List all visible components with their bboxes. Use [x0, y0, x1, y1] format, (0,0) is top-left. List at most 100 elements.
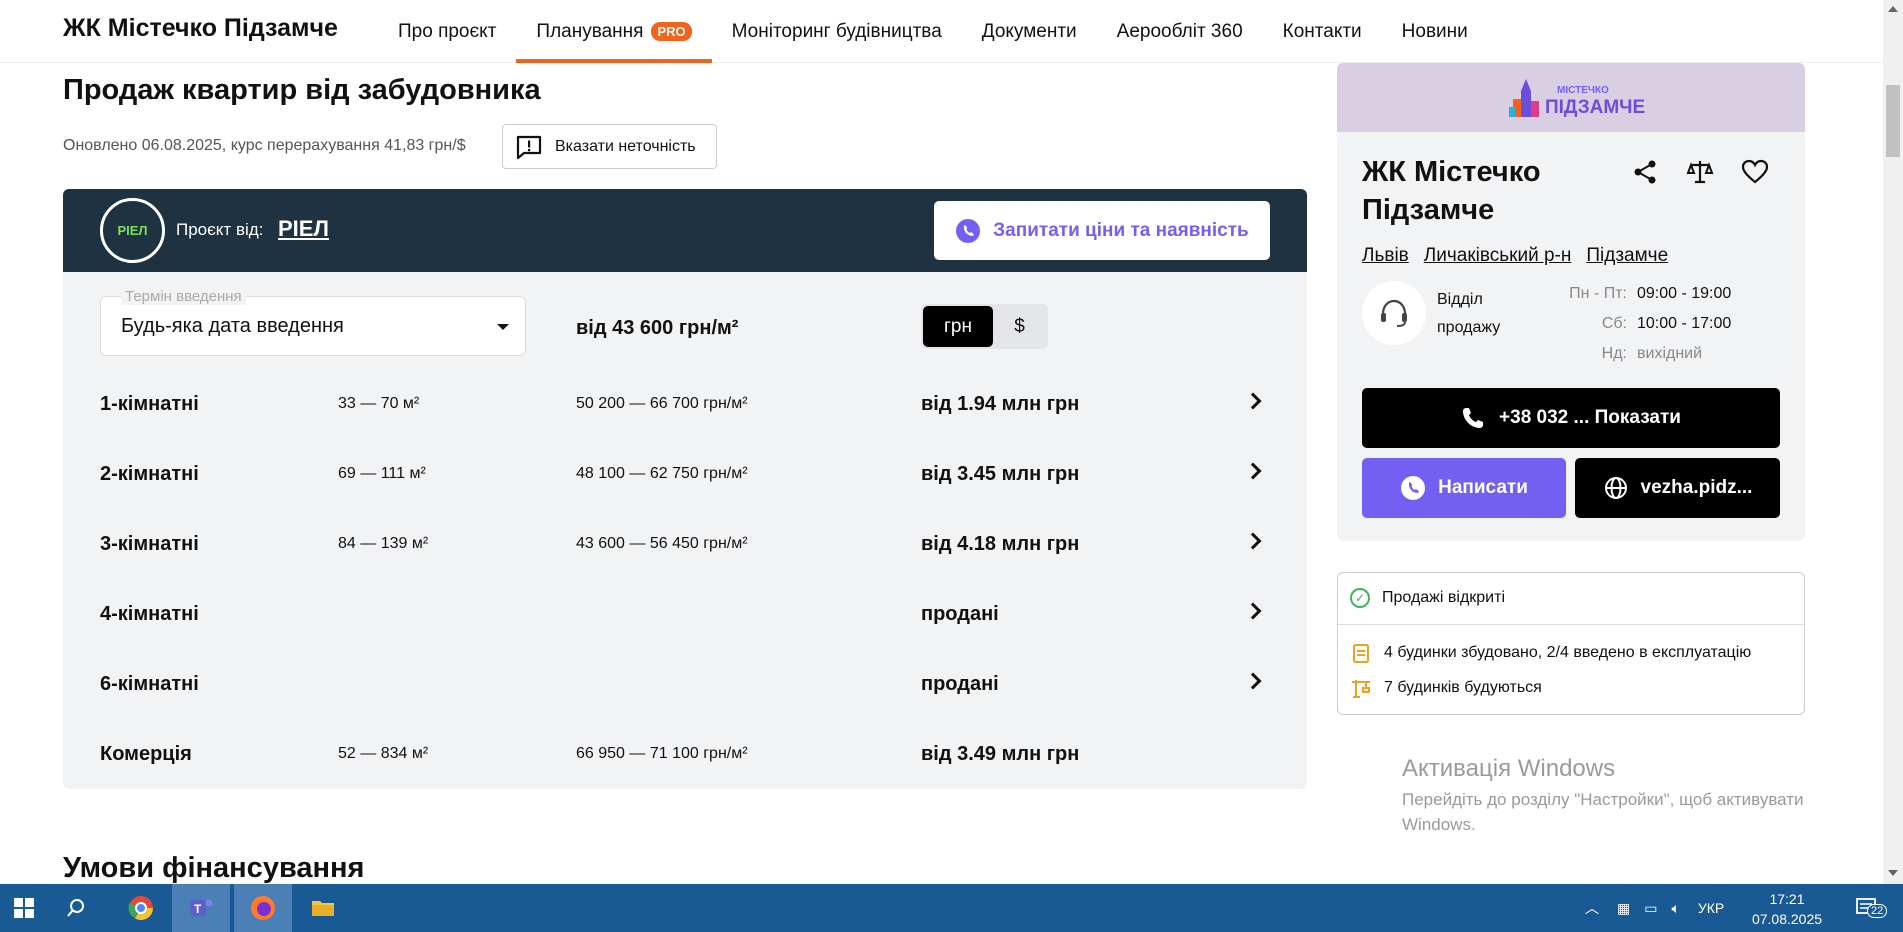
- nav-contacts-label: Контакти: [1282, 20, 1362, 42]
- hours-row: Нд: вихідний: [1557, 345, 1731, 375]
- firefox-icon: [251, 896, 275, 920]
- taskbar-firefox[interactable]: [234, 884, 292, 932]
- row-price-m2: 50 200 — 66 700 грн/м²: [576, 395, 748, 412]
- scroll-down-arrow-icon[interactable]: [1888, 870, 1898, 876]
- share-icon[interactable]: [1631, 158, 1659, 186]
- chevron-up-icon[interactable]: ︿: [1585, 898, 1599, 918]
- scroll-up-arrow-icon[interactable]: [1888, 6, 1898, 12]
- developer-logo[interactable]: РІЕЛ: [100, 198, 165, 263]
- ask-prices-button[interactable]: Запитати ціни та наявність: [934, 201, 1270, 260]
- location-district-link[interactable]: Личаківський р-н: [1424, 245, 1572, 267]
- currency-toggle: грн $: [921, 304, 1048, 349]
- top-navigation: ЖК Містечко Підзамче Про проєкт Плануван…: [0, 0, 1883, 63]
- term-select-label: Термін введення: [121, 288, 246, 305]
- nav-news-label: Новини: [1401, 20, 1468, 42]
- term-select-value: Будь-яка дата введення: [121, 315, 344, 337]
- table-row[interactable]: 4-кімнатні продані: [100, 579, 1270, 649]
- table-row[interactable]: 3-кімнатні 84 — 139 м² 43 600 — 56 450 г…: [100, 509, 1270, 579]
- row-price-m2: 43 600 — 56 450 грн/м²: [576, 535, 748, 552]
- location-city-link[interactable]: Львів: [1362, 245, 1409, 267]
- currency-uah-button[interactable]: грн: [923, 306, 993, 347]
- built-line: 4 будинки збудовано, 2/4 введено в експл…: [1350, 642, 1751, 664]
- compare-scales-icon[interactable]: [1686, 158, 1714, 186]
- chevron-right-icon[interactable]: [1244, 672, 1262, 690]
- search-button[interactable]: [52, 884, 100, 932]
- project-card: МІСТЕЧКО ПІДЗАМЧЕ ЖК Містечко Підзамче Л…: [1337, 63, 1805, 541]
- nav-planning[interactable]: Планування PRO: [516, 0, 712, 63]
- volume-icon[interactable]: 🔈︎: [1671, 900, 1679, 917]
- row-total: від 3.45 млн грн: [921, 463, 1080, 485]
- chevron-right-icon[interactable]: [1244, 392, 1262, 410]
- chevron-right-icon[interactable]: [1244, 462, 1262, 480]
- activation-title: Активація Windows: [1402, 755, 1616, 782]
- row-total: від 1.94 млн грн: [921, 393, 1080, 415]
- row-price-m2: 48 100 — 62 750 грн/м²: [576, 465, 748, 482]
- website-button[interactable]: vezha.pidz...: [1575, 458, 1780, 518]
- project-by-label: Проєкт від:: [176, 220, 264, 239]
- developer-link[interactable]: РІЕЛ: [278, 216, 329, 242]
- folder-icon: [312, 901, 334, 916]
- notification-center-button[interactable]: 22: [1855, 896, 1888, 920]
- hours-time: 09:00 - 19:00: [1637, 285, 1732, 302]
- chevron-right-icon[interactable]: [1244, 602, 1262, 620]
- table-row[interactable]: 2-кімнатні 69 — 111 м² 48 100 — 62 750 г…: [100, 439, 1270, 509]
- location-area-link[interactable]: Підзамче: [1586, 245, 1668, 267]
- start-button[interactable]: [0, 884, 48, 932]
- taskbar-explorer[interactable]: [294, 884, 352, 932]
- construction-status-card: ✓ Продажі відкриті 4 будинки збудовано, …: [1337, 572, 1805, 715]
- phone-label: +38 032 ... Показати: [1499, 407, 1681, 428]
- chrome-icon: [128, 896, 153, 921]
- nav-aerial-label: Аерооблiт 360: [1116, 20, 1243, 42]
- nav-news[interactable]: Новини: [1382, 0, 1488, 63]
- nav-contacts[interactable]: Контакти: [1263, 0, 1382, 63]
- activation-text: Перейдіть до розділу "Настройки", щоб ак…: [1402, 790, 1804, 834]
- nav-documents[interactable]: Документи: [962, 0, 1097, 63]
- scroll-thumb[interactable]: [1886, 85, 1900, 157]
- taskbar-clock[interactable]: 17:21 07.08.2025: [1742, 889, 1832, 929]
- write-label: Написати: [1438, 477, 1528, 498]
- row-type: 6-кімнатні: [100, 673, 199, 695]
- taskbar-teams[interactable]: T: [172, 884, 230, 932]
- developer-header: РІЕЛ Проєкт від: РІЕЛ Запитати ціни та н…: [63, 189, 1307, 272]
- windows-activation-watermark: Активація Windows Перейдіть до розділу "…: [1402, 755, 1842, 837]
- crane-icon: [1352, 680, 1370, 698]
- term-select[interactable]: Термін введення Будь-яка дата введення: [100, 288, 526, 356]
- nav-monitoring[interactable]: Моніторинг будівництва: [712, 0, 962, 63]
- currency-usd-button[interactable]: $: [993, 306, 1046, 347]
- table-row[interactable]: 6-кімнатні продані: [100, 649, 1270, 719]
- row-total: продані: [921, 603, 999, 625]
- nav-about-label: Про проєкт: [398, 20, 497, 42]
- sales-status: ✓ Продажі відкриті: [1338, 573, 1804, 625]
- language-indicator[interactable]: УКР: [1698, 900, 1724, 916]
- report-inaccuracy-button[interactable]: Вказати неточність: [502, 124, 717, 169]
- page-scrollbar[interactable]: [1883, 0, 1903, 884]
- castle-icon: [1509, 79, 1539, 117]
- financing-section-title: Умови фінансування: [63, 852, 365, 884]
- chevron-right-icon[interactable]: [1244, 532, 1262, 550]
- show-phone-button[interactable]: +38 032 ... Показати: [1362, 388, 1780, 448]
- windows-taskbar: T ︿ ▦ ▭ 🔈︎ УКР 17:21 07.08.2025 22: [0, 884, 1903, 932]
- notification-count: 22: [1867, 904, 1888, 918]
- table-row[interactable]: 1-кімнатні 33 — 70 м² 50 200 — 66 700 гр…: [100, 369, 1270, 439]
- hours-day: Пн - Пт:: [1569, 285, 1627, 302]
- nav-about[interactable]: Про проєкт: [378, 0, 516, 63]
- project-banner: МІСТЕЧКО ПІДЗАМЧЕ: [1337, 63, 1805, 132]
- nav-aerial-360[interactable]: Аерооблiт 360: [1097, 0, 1263, 63]
- battery-icon[interactable]: ▭: [1644, 900, 1657, 917]
- row-total: від 3.49 млн грн: [921, 743, 1080, 765]
- viber-icon: [956, 218, 981, 243]
- hours-row: Сб: 10:00 - 17:00: [1557, 315, 1731, 345]
- brand-title[interactable]: ЖК Містечко Підзамче: [63, 14, 338, 43]
- globe-icon: [1604, 477, 1627, 499]
- page-title: Продаж квартир від забудовника: [63, 74, 541, 106]
- location-links: Львів Личаківський р-н Підзамче: [1362, 245, 1668, 267]
- taskbar-chrome[interactable]: [112, 884, 170, 932]
- network-icon[interactable]: ▦: [1617, 900, 1630, 917]
- logo-big-text: ПІДЗАМЧЕ: [1545, 97, 1646, 118]
- sales-agent-avatar: [1362, 281, 1426, 345]
- nav-monitoring-label: Моніторинг будівництва: [731, 20, 942, 42]
- heart-icon[interactable]: [1741, 158, 1769, 186]
- nav-planning-label: Планування: [536, 20, 644, 42]
- write-viber-button[interactable]: Написати: [1362, 458, 1566, 518]
- teams-icon: T: [190, 899, 213, 916]
